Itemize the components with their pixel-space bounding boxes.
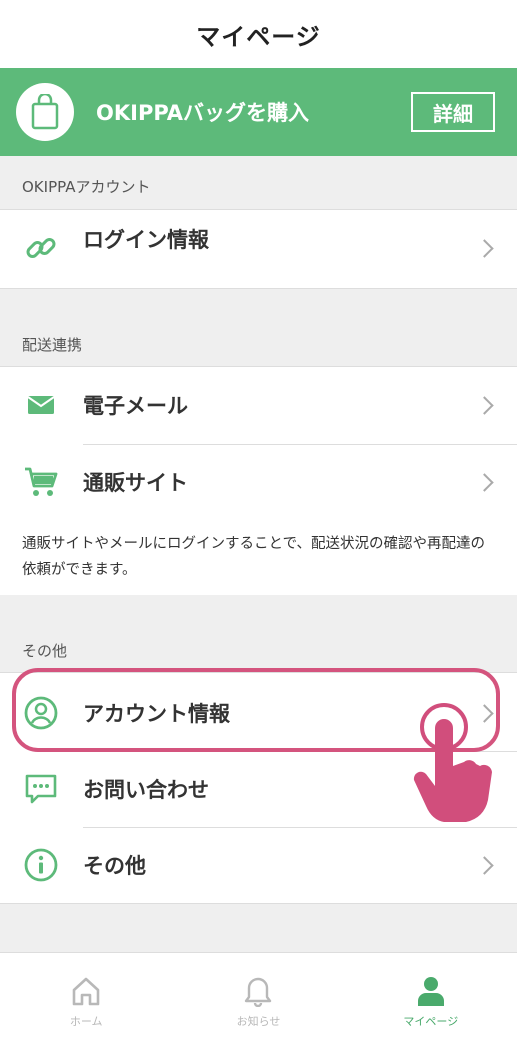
bell-icon — [245, 977, 272, 1007]
others-label: その他 — [83, 854, 146, 878]
chevron-right-icon — [475, 238, 494, 258]
tab-mypage[interactable]: マイページ — [345, 953, 517, 1049]
shopping-site-row[interactable]: 通販サイト — [0, 444, 517, 520]
info-icon — [22, 846, 60, 884]
chevron-right-icon — [475, 395, 494, 415]
tab-home[interactable]: ホーム — [0, 953, 172, 1049]
person-icon — [417, 977, 444, 1006]
section-label-other: その他 — [22, 642, 68, 660]
section-label-account: OKIPPAアカウント — [22, 178, 151, 196]
shopping-site-label: 通販サイト — [83, 471, 188, 495]
tab-notifications[interactable]: お知らせ — [172, 953, 344, 1049]
detail-button[interactable]: 詳細 — [411, 92, 495, 132]
delivery-group: 電子メール 通販サイト — [0, 366, 517, 520]
chat-icon — [22, 770, 60, 808]
tap-hand-icon — [413, 703, 492, 822]
login-info-row[interactable]: ログイン情報 — [0, 210, 517, 286]
tab-label: お知らせ — [236, 1015, 281, 1028]
mail-icon — [22, 386, 60, 424]
chevron-right-icon — [475, 855, 494, 875]
tab-label: ホーム — [69, 1015, 103, 1028]
page-title: マイページ — [196, 22, 321, 51]
delivery-note: 通販サイトやメールにログインすることで、配送状況の確認や再配達の依頼ができます。 — [0, 519, 517, 595]
shopping-bag-icon — [31, 94, 59, 130]
banner-text: OKIPPAバッグを購入 — [96, 101, 310, 125]
link-icon — [22, 229, 60, 267]
email-label: 電子メール — [83, 394, 188, 418]
contact-label: お問い合わせ — [83, 778, 209, 802]
tab-label: マイページ — [403, 1015, 459, 1028]
login-info-label: ログイン情報 — [83, 228, 209, 252]
tab-bar: ホーム お知らせ マイページ — [0, 952, 517, 1049]
section-label-delivery: 配送連携 — [22, 336, 83, 354]
account-group: ログイン情報 — [0, 209, 517, 289]
chevron-right-icon — [475, 472, 494, 492]
others-row[interactable]: その他 — [0, 827, 517, 903]
delivery-note-text: 通販サイトやメールにログインすることで、配送状況の確認や再配達の依頼ができます。 — [22, 536, 485, 578]
home-icon — [72, 977, 100, 1006]
bag-icon-circle — [16, 83, 74, 141]
header: マイページ — [0, 0, 517, 68]
email-row[interactable]: 電子メール — [0, 367, 517, 443]
bag-purchase-banner[interactable]: OKIPPAバッグを購入 詳細 — [0, 68, 517, 156]
cart-icon — [22, 463, 60, 501]
